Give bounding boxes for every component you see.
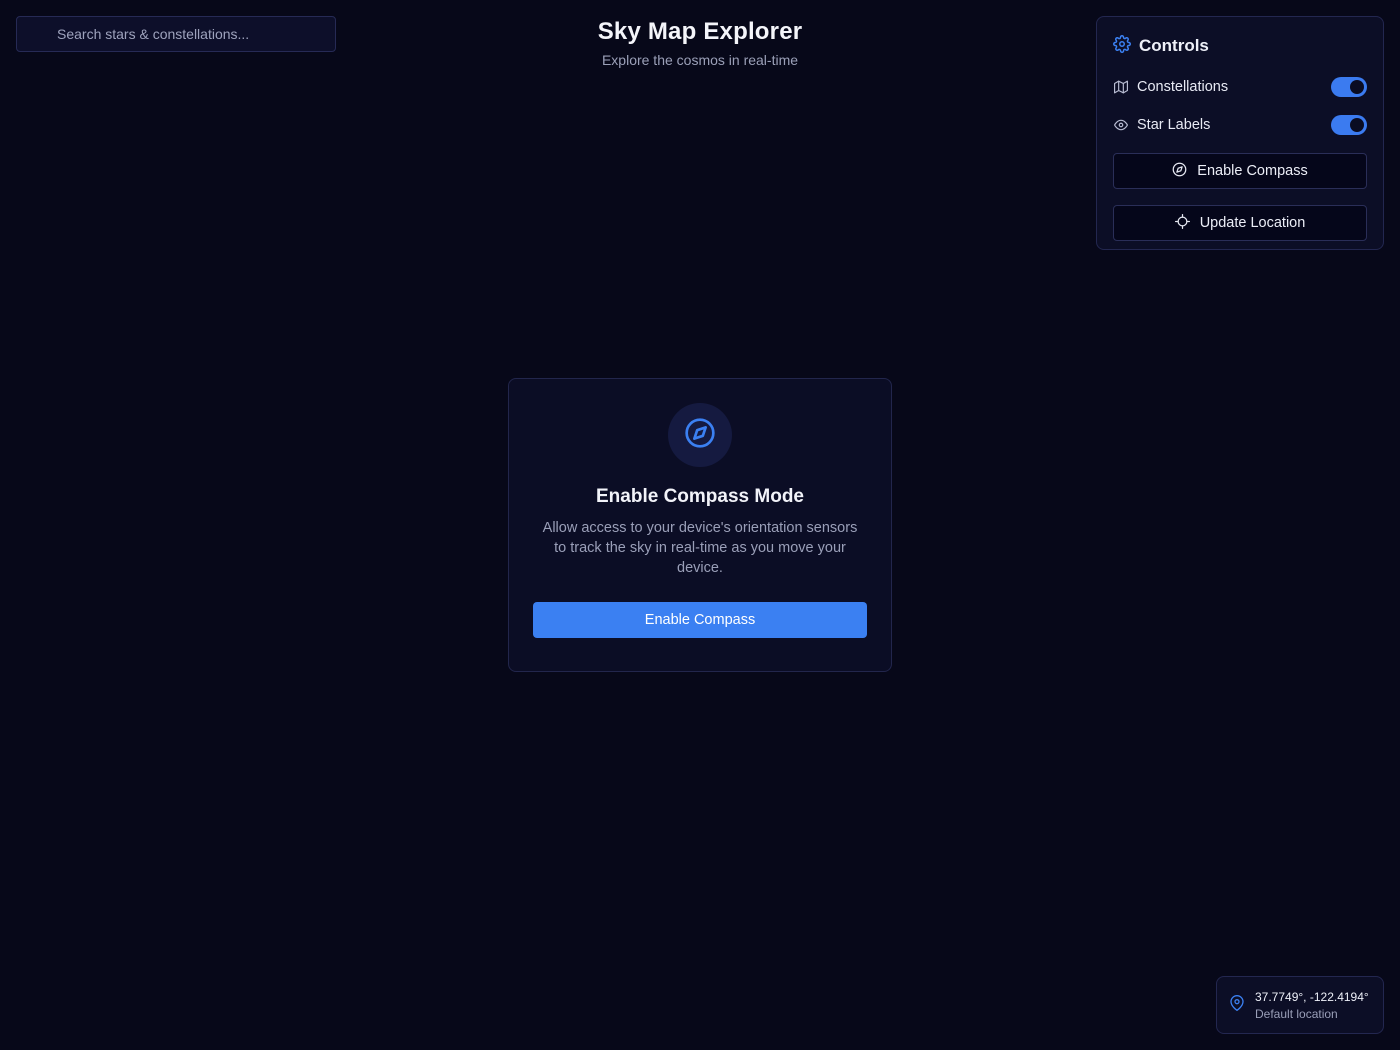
controls-title: Controls	[1139, 36, 1209, 55]
sky-map-app: Sky Map Explorer Explore the cosmos in r…	[0, 0, 1400, 1050]
star-labels-toggle[interactable]	[1331, 115, 1367, 135]
dialog-title: Enable Compass Mode	[596, 486, 804, 507]
eye-icon	[1113, 117, 1129, 133]
map-pin-icon	[1229, 994, 1245, 1016]
update-location-label: Update Location	[1199, 215, 1306, 231]
enable-compass-label: Enable Compass	[1197, 163, 1308, 179]
controls-header: Controls	[1113, 33, 1367, 59]
compass-permission-dialog: Enable Compass Mode Allow access to your…	[508, 378, 892, 672]
crosshair-icon	[1174, 213, 1190, 233]
dialog-description: Allow access to your device's orientatio…	[542, 520, 858, 576]
search-box	[16, 16, 336, 52]
update-location-button[interactable]: Update Location	[1113, 205, 1367, 241]
location-badge: 37.7749°, -122.4194° Default location	[1216, 976, 1384, 1034]
page-title: Sky Map Explorer	[597, 18, 803, 45]
toggle-knob	[1350, 118, 1364, 132]
compass-icon	[684, 417, 716, 454]
toggle-knob	[1350, 80, 1364, 94]
gear-icon	[1113, 34, 1131, 58]
location-coordinates: 37.7749°, -122.4194°	[1255, 989, 1369, 1004]
constellations-toggle-row: Constellations	[1113, 69, 1367, 105]
star-labels-toggle-row: Star Labels	[1113, 107, 1367, 143]
dialog-enable-compass-button[interactable]: Enable Compass	[533, 602, 867, 638]
constellations-label: Constellations	[1137, 79, 1229, 95]
map-icon	[1113, 79, 1129, 95]
search-input[interactable]	[17, 17, 335, 51]
compass-icon	[1172, 162, 1187, 181]
location-label: Default location	[1255, 1006, 1338, 1021]
page-header: Sky Map Explorer Explore the cosmos in r…	[450, 18, 950, 68]
controls-panel: Controls Constellations Star Labels Enab…	[1096, 16, 1384, 250]
page-subtitle: Explore the cosmos in real-time	[601, 52, 799, 68]
location-text: 37.7749°, -122.4194° Default location	[1255, 990, 1369, 1021]
constellations-toggle[interactable]	[1331, 77, 1367, 97]
enable-compass-button[interactable]: Enable Compass	[1113, 153, 1367, 189]
dialog-icon-circle	[668, 403, 732, 467]
star-labels-label: Star Labels	[1137, 117, 1211, 133]
